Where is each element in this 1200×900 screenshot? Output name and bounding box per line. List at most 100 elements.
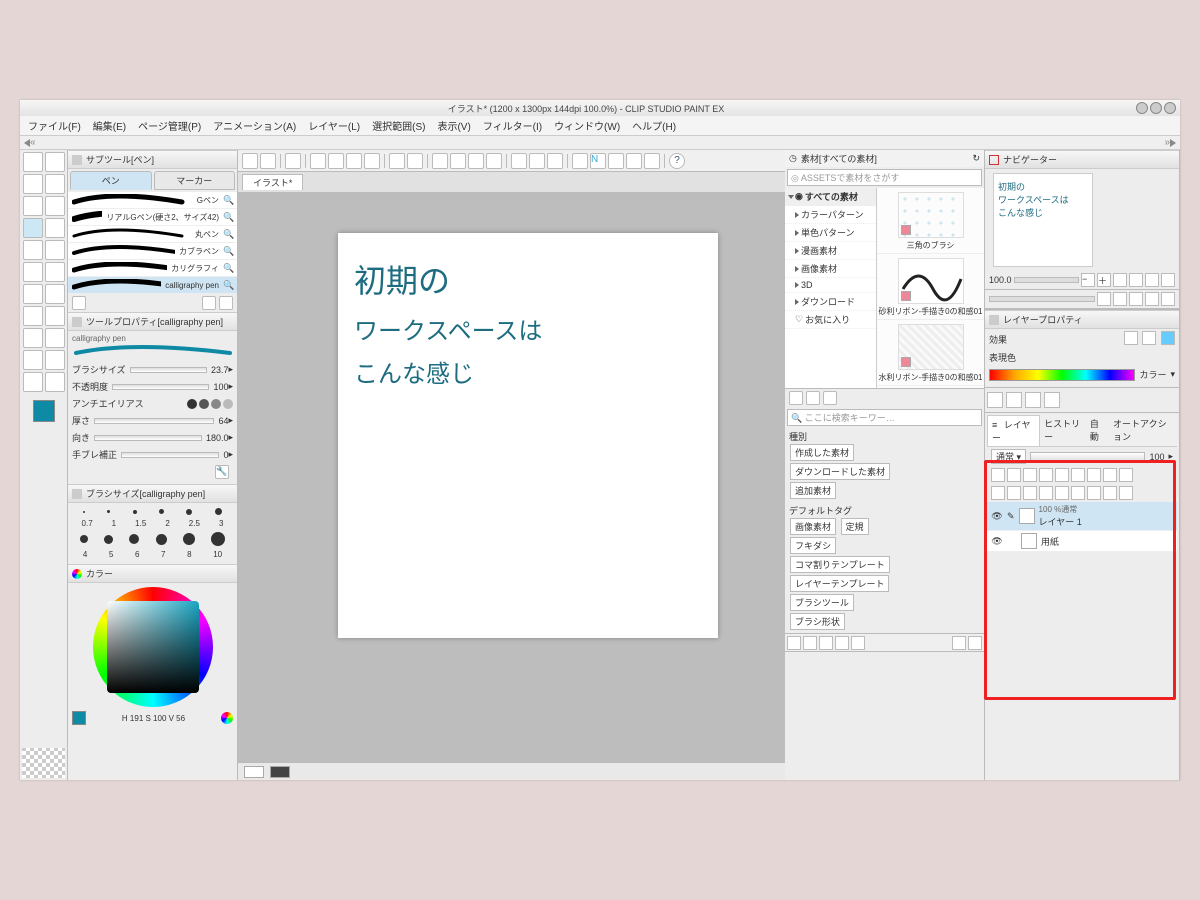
mid-btn[interactable] — [1025, 392, 1041, 408]
tag-chip[interactable]: 定規 — [841, 518, 869, 535]
rot-reset-icon[interactable] — [1129, 292, 1143, 306]
mat-item[interactable]: 漫画素材 — [785, 242, 876, 260]
color-wheel[interactable] — [93, 587, 213, 707]
cmd-snap2[interactable] — [608, 153, 624, 169]
opacity-value[interactable]: 100 — [213, 382, 228, 392]
material-card[interactable]: 砂利リボン-手描き0の和感01 — [877, 254, 984, 320]
li-btn[interactable] — [1039, 468, 1053, 482]
close-button[interactable] — [1164, 102, 1176, 114]
li-btn[interactable] — [1087, 486, 1101, 500]
new-folder-icon[interactable] — [1007, 486, 1021, 500]
menu-layer[interactable]: レイヤー(L) — [308, 118, 360, 133]
kind-chip[interactable]: 作成した素材 — [790, 444, 854, 461]
subtool-delete-icon[interactable] — [219, 296, 233, 310]
tool-blend[interactable] — [23, 284, 43, 304]
cmd-3[interactable] — [468, 153, 484, 169]
layer-opacity-value[interactable]: 100 — [1149, 452, 1164, 462]
tab-marker[interactable]: マーカー — [154, 171, 236, 190]
mat-item[interactable]: 単色パターン — [785, 224, 876, 242]
color-cycle-icon[interactable] — [221, 712, 233, 724]
kind-chip[interactable]: 追加素材 — [790, 482, 836, 499]
flip-h-icon[interactable] — [1145, 292, 1159, 306]
tool-eraser[interactable] — [45, 262, 65, 282]
canvas[interactable]: 初期の ワークスペースは こんな感じ — [338, 233, 718, 638]
cmd-2[interactable] — [450, 153, 466, 169]
tag-chip[interactable]: レイヤーテンプレート — [790, 575, 889, 592]
cmd-help[interactable]: ? — [669, 153, 685, 169]
layer-row[interactable]: 👁 ✎ 100 %通常 レイヤー 1 — [987, 502, 1177, 531]
colormode-label[interactable]: カラー — [1139, 368, 1166, 381]
li-btn[interactable] — [1007, 468, 1021, 482]
cmd-snap3[interactable] — [626, 153, 642, 169]
tab-layers[interactable]: ≡ レイヤー — [987, 415, 1040, 446]
cmd-5[interactable] — [511, 153, 527, 169]
tag-chip[interactable]: 画像素材 — [790, 518, 836, 535]
effect-color-icon[interactable] — [1161, 331, 1175, 345]
cmd-snap4[interactable] — [644, 153, 660, 169]
menu-window[interactable]: ウィンドウ(W) — [554, 118, 620, 133]
rotate-slider[interactable] — [989, 296, 1095, 302]
document-tab[interactable]: イラスト* — [242, 174, 303, 190]
menu-page[interactable]: ページ管理(P) — [138, 118, 201, 133]
tool-pen[interactable] — [23, 218, 43, 238]
cmd-refresh[interactable] — [285, 153, 301, 169]
tool-eyedrop[interactable] — [23, 372, 43, 392]
opacity-slider[interactable] — [112, 384, 209, 390]
mat-item[interactable]: 画像素材 — [785, 260, 876, 278]
kw-icon-3[interactable] — [823, 391, 837, 405]
brush-row-selected[interactable]: calligraphy pen🔍 — [68, 277, 237, 294]
subtool-menu-icon[interactable] — [72, 296, 86, 310]
tool-airbrush[interactable] — [45, 240, 65, 260]
effect-border-icon[interactable] — [1124, 331, 1138, 345]
effect-tone-icon[interactable] — [1142, 331, 1156, 345]
foreground-swatch[interactable] — [33, 400, 55, 422]
thick-value[interactable]: 64 — [218, 416, 228, 426]
tool-text[interactable] — [23, 328, 43, 348]
li-btn[interactable] — [1023, 468, 1037, 482]
stab-value[interactable]: 0 — [223, 450, 228, 460]
layer-opacity-slider[interactable] — [1030, 452, 1145, 462]
zoom-out-icon[interactable]: − — [1081, 273, 1095, 287]
cmd-8[interactable] — [572, 153, 588, 169]
kw-icon-2[interactable] — [806, 391, 820, 405]
cmd-undo[interactable] — [389, 153, 405, 169]
brush-row[interactable]: 丸ペン🔍 — [68, 226, 237, 243]
mf-btn[interactable] — [952, 636, 966, 650]
tool-deco[interactable] — [23, 262, 43, 282]
material-card[interactable]: 水利リボン-手描き0の和感01 — [877, 320, 984, 386]
li-btn[interactable] — [1103, 486, 1117, 500]
li-btn[interactable] — [1103, 468, 1117, 482]
rotate-icon[interactable] — [1145, 273, 1159, 287]
tool-zoom[interactable] — [23, 152, 43, 172]
mid-btn[interactable] — [1006, 392, 1022, 408]
aa-options[interactable] — [187, 399, 233, 409]
li-btn[interactable] — [1023, 486, 1037, 500]
tag-chip[interactable]: コマ割りテンプレート — [790, 556, 890, 573]
blend-mode[interactable]: 通常 ▾ — [991, 449, 1026, 464]
li-btn[interactable] — [1119, 468, 1133, 482]
zoom-slider[interactable] — [1014, 277, 1079, 283]
zoom-value[interactable]: 100.0 — [989, 275, 1012, 285]
scroll-right-icon[interactable] — [1170, 139, 1176, 147]
tag-chip[interactable]: ブラシツール — [790, 594, 854, 611]
li-btn[interactable] — [1071, 468, 1085, 482]
cmd-snap1[interactable]: N — [590, 153, 606, 169]
cmd-4[interactable] — [486, 153, 502, 169]
visibility-icon[interactable]: 👁 — [991, 511, 1003, 522]
maximize-button[interactable] — [1150, 102, 1162, 114]
kind-chip[interactable]: ダウンロードした素材 — [790, 463, 890, 480]
brushsize-slider[interactable] — [130, 367, 207, 373]
tag-chip[interactable]: ブラシ形状 — [790, 613, 845, 630]
delete-layer-icon[interactable] — [1119, 486, 1133, 500]
frame-mode-icon[interactable] — [244, 766, 264, 778]
navigator-thumb[interactable]: 初期の ワークスペースは こんな感じ — [993, 173, 1093, 267]
tab-auto[interactable]: 自動 — [1086, 415, 1109, 446]
tool-balloon[interactable] — [45, 328, 65, 348]
compass-icon[interactable]: ↻ — [972, 153, 980, 164]
cmd-new[interactable] — [260, 153, 276, 169]
menu-animation[interactable]: アニメーション(A) — [213, 118, 296, 133]
tab-autoaction[interactable]: オートアクション — [1109, 415, 1177, 446]
tool-gradient[interactable] — [23, 306, 43, 326]
minimize-button[interactable] — [1136, 102, 1148, 114]
cmd-save[interactable] — [328, 153, 344, 169]
